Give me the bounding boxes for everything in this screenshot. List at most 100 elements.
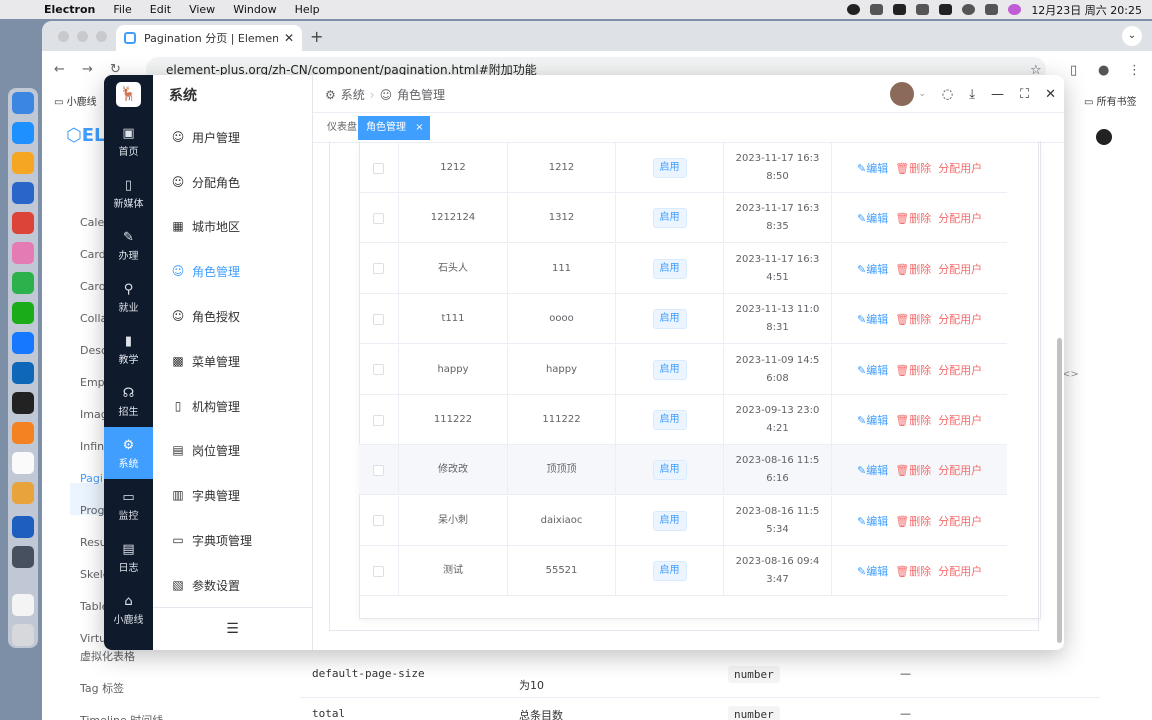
all-bookmarks[interactable]: ▭ 所有书签: [1084, 93, 1137, 108]
menu-window[interactable]: Window: [233, 3, 276, 16]
wechat-icon[interactable]: [12, 302, 34, 324]
edit-button[interactable]: ✎编辑: [857, 462, 888, 478]
scrollbar-thumb[interactable]: [1057, 338, 1062, 643]
edit-button[interactable]: ✎编辑: [857, 261, 888, 277]
deer-app-icon[interactable]: [12, 516, 34, 538]
typora-icon[interactable]: [12, 452, 34, 474]
app-icon[interactable]: [12, 182, 34, 204]
control-center-icon[interactable]: [985, 4, 999, 15]
submenu-item-dict-items[interactable]: ▭ 字典项管理: [171, 530, 311, 550]
edit-button[interactable]: ✎编辑: [857, 160, 888, 176]
download-icon[interactable]: ⤓: [969, 87, 975, 102]
chrome-icon[interactable]: [12, 212, 34, 234]
app-icon[interactable]: [12, 242, 34, 264]
document-icon[interactable]: [12, 594, 34, 616]
finder-icon[interactable]: [12, 92, 34, 114]
doc-link[interactable]: Desc: [80, 344, 107, 357]
row-checkbox[interactable]: [373, 565, 384, 577]
submenu-item-posts[interactable]: ▤ 岗位管理: [171, 440, 311, 460]
menubar-datetime[interactable]: 12月23日 周六 20:25: [1031, 2, 1142, 18]
close-window-button[interactable]: [58, 31, 69, 42]
delete-button[interactable]: 🗑删除: [895, 462, 931, 478]
tab-search-button[interactable]: ⌄: [1122, 26, 1142, 46]
edit-button[interactable]: ✎编辑: [857, 311, 888, 327]
delete-button[interactable]: 🗑删除: [895, 160, 931, 176]
doc-link[interactable]: 虚拟化表格: [80, 648, 135, 664]
rail-item-log[interactable]: ▤ 日志: [104, 531, 153, 583]
more-menu-icon[interactable]: ⋮: [1128, 63, 1141, 78]
assign-users-button[interactable]: 分配用户: [938, 261, 982, 277]
delete-button[interactable]: 🗑删除: [895, 513, 931, 529]
chat-icon[interactable]: ◌: [942, 87, 953, 102]
tray-app-icon[interactable]: [870, 4, 884, 15]
row-checkbox[interactable]: [373, 464, 384, 476]
assign-users-button[interactable]: 分配用户: [938, 160, 982, 176]
wifi-icon[interactable]: [916, 4, 930, 15]
rail-item-system[interactable]: ⚙ 系统: [104, 427, 153, 479]
submenu-item-params[interactable]: ▧ 参数设置: [171, 575, 311, 595]
submenu-item-dict[interactable]: ▥ 字典管理: [171, 485, 311, 505]
electron-icon[interactable]: [12, 546, 34, 568]
doc-link[interactable]: Card: [80, 248, 106, 261]
doc-link[interactable]: Timeline 时间线: [80, 712, 163, 720]
vscode-icon[interactable]: [12, 362, 34, 384]
deer-logo-icon[interactable]: 🦌: [116, 82, 141, 107]
edit-button[interactable]: ✎编辑: [857, 210, 888, 226]
assign-users-button[interactable]: 分配用户: [938, 462, 982, 478]
minimize-window-button[interactable]: [77, 31, 88, 42]
bookmark-folder[interactable]: ▭ 小鹿线: [54, 93, 97, 108]
rail-item-home[interactable]: ▣ 首页: [104, 115, 153, 167]
rail-item-monitor[interactable]: ▭ 监控: [104, 479, 153, 531]
sublime-icon[interactable]: [12, 422, 34, 444]
input-method-icon[interactable]: [893, 4, 907, 15]
delete-button[interactable]: 🗑删除: [895, 412, 931, 428]
sidepanel-icon[interactable]: ▯: [1070, 63, 1077, 78]
github-icon[interactable]: [1096, 129, 1112, 145]
doc-link[interactable]: Tag 标签: [80, 680, 124, 696]
avatar-dropdown-icon[interactable]: ⌄: [918, 89, 926, 99]
browser-tab[interactable]: Pagination 分页 | Element Plus ✕: [116, 25, 302, 51]
breadcrumb-root[interactable]: 系统: [341, 86, 365, 103]
edit-button[interactable]: ✎编辑: [857, 362, 888, 378]
fullscreen-icon[interactable]: ⛶: [1020, 87, 1029, 102]
edit-button[interactable]: ✎编辑: [857, 412, 888, 428]
close-icon[interactable]: ✕: [1045, 87, 1056, 102]
record-icon[interactable]: [847, 4, 861, 15]
delete-button[interactable]: 🗑删除: [895, 311, 931, 327]
edit-button[interactable]: ✎编辑: [857, 563, 888, 579]
doc-link[interactable]: Resu: [80, 536, 107, 549]
row-checkbox[interactable]: [373, 162, 384, 174]
close-tag-icon[interactable]: ×: [415, 122, 423, 133]
row-checkbox[interactable]: [373, 515, 384, 527]
delete-button[interactable]: 🗑删除: [895, 210, 931, 226]
avatar[interactable]: [890, 82, 915, 106]
doc-link[interactable]: Virtu: [80, 632, 106, 645]
row-checkbox[interactable]: [373, 414, 384, 426]
rail-item-enroll[interactable]: ☊ 招生: [104, 375, 153, 427]
siri-icon[interactable]: [1008, 4, 1022, 15]
trash-icon[interactable]: [12, 624, 34, 646]
tag-role-management[interactable]: 角色管理 ×: [358, 116, 430, 140]
app-icon[interactable]: [12, 332, 34, 354]
forward-button[interactable]: →: [82, 62, 93, 77]
edit-button[interactable]: ✎编辑: [857, 513, 888, 529]
assign-users-button[interactable]: 分配用户: [938, 563, 982, 579]
spotlight-icon[interactable]: [962, 4, 976, 15]
launchpad-icon[interactable]: [12, 152, 34, 174]
submenu-item-menus[interactable]: ▩ 菜单管理: [171, 351, 311, 371]
zoom-window-button[interactable]: [96, 31, 107, 42]
submenu-item-roles[interactable]: ☺ 角色管理: [171, 261, 311, 281]
rail-item-xiaoluxian[interactable]: ⌂ 小鹿线: [104, 583, 153, 635]
delete-button[interactable]: 🗑删除: [895, 362, 931, 378]
menu-help[interactable]: Help: [295, 3, 320, 16]
assign-users-button[interactable]: 分配用户: [938, 210, 982, 226]
assign-users-button[interactable]: 分配用户: [938, 412, 982, 428]
assign-users-button[interactable]: 分配用户: [938, 362, 982, 378]
close-tab-icon[interactable]: ✕: [284, 31, 294, 45]
back-button[interactable]: ←: [54, 62, 65, 77]
row-checkbox[interactable]: [373, 212, 384, 224]
row-checkbox[interactable]: [373, 313, 384, 325]
submenu-item-city[interactable]: ▦ 城市地区: [171, 216, 311, 236]
row-checkbox[interactable]: [373, 364, 384, 376]
profile-icon[interactable]: ●: [1098, 63, 1109, 78]
